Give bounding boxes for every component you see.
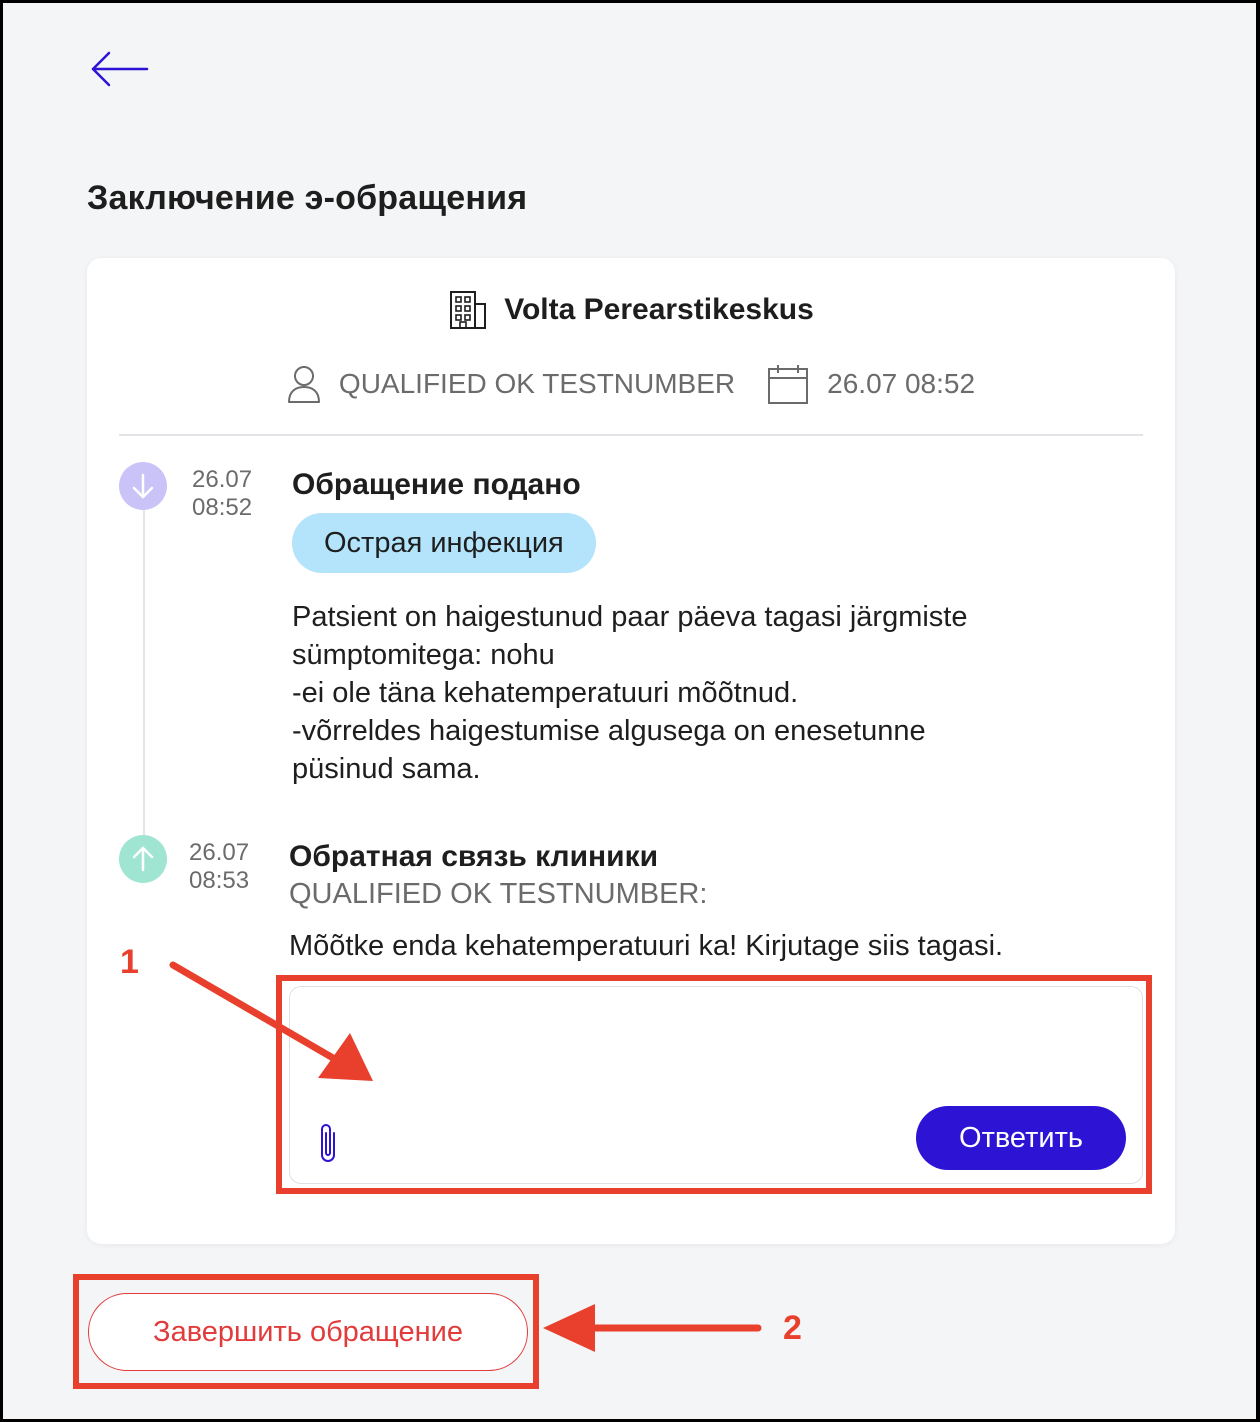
- annotation-arrows: [169, 961, 762, 1352]
- annotation-arrow-1: [169, 961, 337, 1062]
- annotation-label-2: 2: [783, 1309, 802, 1347]
- annotation-arrowhead-2: [543, 1304, 595, 1352]
- app-frame: Заключение э-обращения Volta Perearstike…: [3, 3, 1256, 1419]
- annotation-label-1: 1: [120, 943, 139, 981]
